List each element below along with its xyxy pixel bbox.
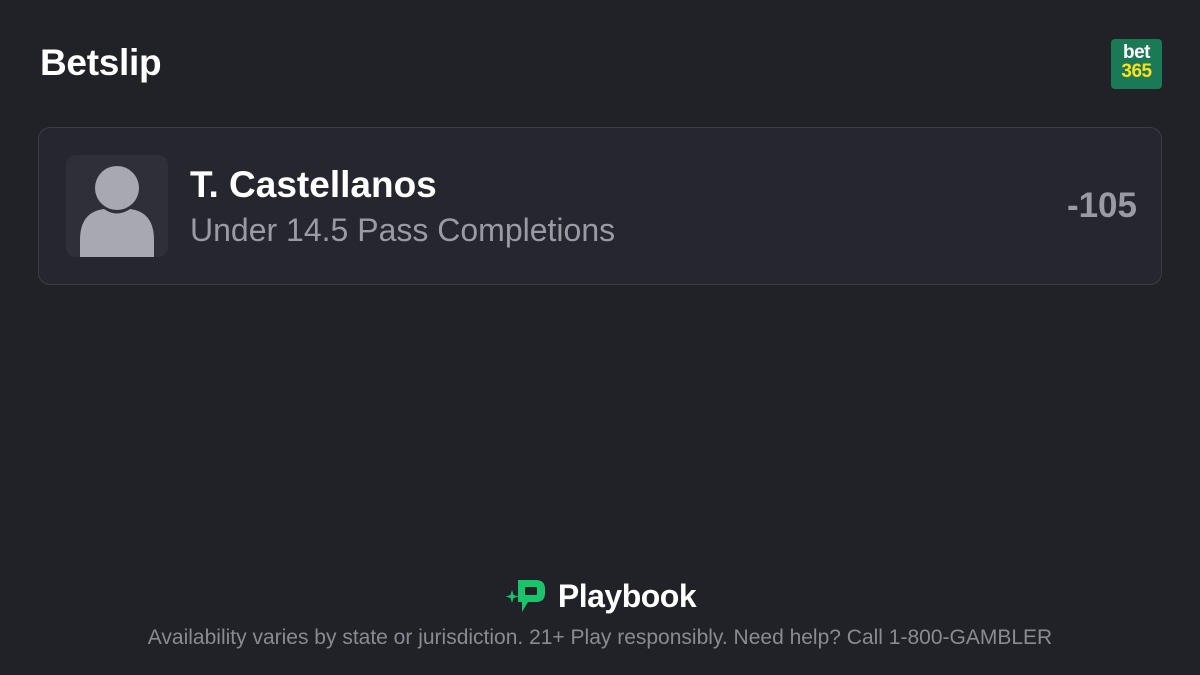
disclaimer-text: Availability varies by state or jurisdic…: [147, 626, 1053, 649]
person-silhouette-icon: [80, 166, 154, 257]
playbook-logo-icon: [505, 580, 545, 612]
player-avatar: [66, 155, 168, 257]
player-name: T. Castellanos: [190, 164, 437, 205]
bet-selection: Under 14.5 Pass Completions: [190, 212, 616, 248]
bet365-logo-line1: bet: [1123, 42, 1151, 63]
bet-odds: -105: [1066, 186, 1137, 225]
page-title: Betslip: [40, 42, 162, 83]
bet-card[interactable]: T. Castellanos Under 14.5 Pass Completio…: [38, 127, 1162, 285]
footer-brand: Playbook: [0, 576, 1200, 616]
playbook-brand-name: Playbook: [557, 577, 697, 614]
bet365-logo-line2: 365: [1121, 61, 1152, 82]
bet365-logo: bet 365: [1111, 39, 1162, 89]
